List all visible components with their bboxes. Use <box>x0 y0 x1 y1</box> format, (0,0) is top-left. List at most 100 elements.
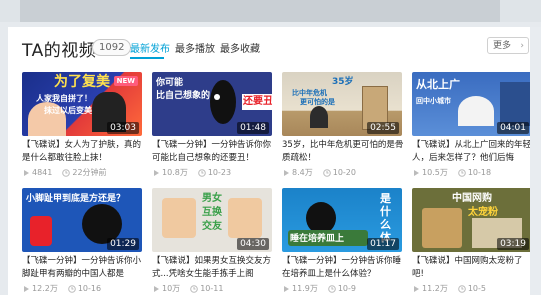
upload-date: 22分钟前 <box>72 168 107 177</box>
thumb-caption: 还要丑！ <box>242 94 272 110</box>
thumb-caption: 互换 <box>202 207 222 218</box>
video-card[interactable]: 男女 互换 交友 04:30 【飞碟说】如果男女互换交友方式...凭啥女生能手拣… <box>152 188 272 295</box>
play-count-icon <box>414 169 419 176</box>
play-count-icon <box>284 169 289 176</box>
play-count-icon <box>24 169 29 176</box>
play-count-icon <box>154 169 159 176</box>
video-title[interactable]: 【飞碟一分钟】一分钟告诉你睡在培养皿上是什么体验？ <box>282 255 404 281</box>
thumb-caption: 是什么体 <box>380 192 391 244</box>
video-duration: 04:30 <box>237 238 269 250</box>
thumb-headline: 为了复美 <box>54 74 110 90</box>
video-duration: 03:19 <box>497 238 529 250</box>
video-card[interactable]: 为了复美 人家我自拼了！ 抹过以后变美 NEW 03:03 【飞碟说】女人为了护… <box>22 72 142 179</box>
video-card[interactable]: 35岁 比中年危机 更可怕的是 02:55 35岁，比中年危机更可怕的是骨质疏松… <box>282 72 404 179</box>
play-count: 8.4万 <box>292 168 313 177</box>
character-figure <box>162 198 196 238</box>
video-meta: 10万 10-11 <box>152 283 272 295</box>
upload-date: 10-23 <box>207 168 232 177</box>
thumb-headline: 男女 <box>202 193 222 204</box>
video-duration: 01:29 <box>107 238 139 250</box>
video-card[interactable]: 中国网购 太宠粉 03:19 【飞碟说】中国网购太宠粉了吧! 11.2万 10-5 <box>412 188 532 295</box>
video-thumbnail[interactable]: 睡在培养皿上 是什么体 01:17 <box>282 188 402 252</box>
character-figure <box>228 198 262 238</box>
thumb-headline: 小脚趾甲到底是方还是？ <box>26 194 126 204</box>
thumb-headline: 你可能 <box>156 78 184 88</box>
video-title[interactable]: 35岁，比中年危机更可怕的是骨质疏松！ <box>282 139 404 165</box>
video-card[interactable]: 从北上广 回中小城市 04:01 【飞碟说】从北上广回来的年轻人，后来怎样了？他… <box>412 72 532 179</box>
video-thumbnail[interactable]: 你可能 比自己想象的 还要丑！ 01:48 <box>152 72 272 136</box>
upload-date: 10-18 <box>467 168 492 177</box>
thumb-caption: 回中小城市 <box>416 97 451 105</box>
thumb-headline: 睡在培养皿上 <box>290 234 345 244</box>
question-mark-shape <box>30 216 52 246</box>
clock-icon <box>328 284 336 293</box>
character-figure <box>422 208 462 248</box>
clock-icon <box>198 168 206 177</box>
video-title[interactable]: 【飞碟一分钟】一分钟告诉你你可能比自己想象的还要丑！ <box>152 139 274 165</box>
video-thumbnail[interactable]: 为了复美 人家我自拼了！ 抹过以后变美 NEW 03:03 <box>22 72 142 136</box>
upload-date: 10-16 <box>77 284 102 293</box>
thumb-caption: 更可怕的是 <box>300 98 335 106</box>
video-meta: 10.5万 10-18 <box>412 167 532 179</box>
clock-icon <box>62 168 71 177</box>
building-shape <box>500 82 530 126</box>
character-figure <box>210 80 236 124</box>
upload-date: 10-5 <box>467 284 486 293</box>
video-thumbnail[interactable]: 男女 互换 交友 04:30 <box>152 188 272 252</box>
page-top-band <box>20 0 500 22</box>
thumb-caption: 交友 <box>202 221 222 232</box>
play-count: 10.5万 <box>422 168 448 177</box>
play-count: 4841 <box>32 168 53 177</box>
video-grid: 为了复美 人家我自拼了！ 抹过以后变美 NEW 03:03 【飞碟说】女人为了护… <box>8 27 541 295</box>
play-count-icon <box>154 285 159 292</box>
thumb-caption: 太宠粉 <box>468 207 498 218</box>
video-thumbnail[interactable]: 35岁 比中年危机 更可怕的是 02:55 <box>282 72 402 136</box>
video-meta: 11.9万 10-9 <box>282 283 402 295</box>
video-meta: 12.2万 10-16 <box>22 283 142 295</box>
thumb-caption: 比自己想象的 <box>156 91 211 101</box>
video-card[interactable]: 你可能 比自己想象的 还要丑！ 01:48 【飞碟一分钟】一分钟告诉你你可能比自… <box>152 72 272 179</box>
video-title[interactable]: 【飞碟说】中国网购太宠粉了吧! <box>412 255 534 281</box>
thumb-headline: 35岁 <box>332 77 354 87</box>
play-count: 10.8万 <box>162 168 188 177</box>
video-thumbnail[interactable]: 小脚趾甲到底是方还是？ 01:29 <box>22 188 142 252</box>
thumb-caption: 抹过以后变美 <box>44 106 92 115</box>
videos-panel: TA的视频 1092 最新发布 最多播放 最多收藏 更多 › 为了复美 人家我自… <box>8 27 541 295</box>
video-duration: 01:17 <box>367 238 399 250</box>
video-thumbnail[interactable]: 从北上广 回中小城市 04:01 <box>412 72 532 136</box>
video-thumbnail[interactable]: 中国网购 太宠粉 03:19 <box>412 188 532 252</box>
play-count: 12.2万 <box>32 284 58 293</box>
upload-date: 10-11 <box>200 284 224 293</box>
clock-icon <box>68 284 76 293</box>
upload-date: 10-9 <box>337 284 356 293</box>
video-card[interactable]: 睡在培养皿上 是什么体 01:17 【飞碟一分钟】一分钟告诉你睡在培养皿上是什么… <box>282 188 402 295</box>
play-count: 11.2万 <box>422 284 448 293</box>
character-eye <box>214 94 220 100</box>
thumb-headline: 中国网购 <box>452 193 492 204</box>
video-meta: 8.4万 10-20 <box>282 167 402 179</box>
play-count-icon <box>414 285 419 292</box>
character-figure <box>458 96 494 126</box>
character-figure <box>310 106 328 128</box>
clock-icon <box>190 284 198 293</box>
video-title[interactable]: 【飞碟说】从北上广回来的年轻人，后来怎样了？他们后悔 <box>412 139 534 165</box>
video-title[interactable]: 【飞碟说】女人为了护肤，真的是什么都敢往脸上抹！ <box>22 139 144 165</box>
right-edge-shade <box>530 27 541 295</box>
video-card[interactable]: 小脚趾甲到底是方还是？ 01:29 【飞碟一分钟】一分钟告诉你小脚趾甲有两瓣的中… <box>22 188 142 295</box>
video-title[interactable]: 【飞碟说】如果男女互换交友方式...凭啥女生能手拣手上阁 <box>152 255 274 281</box>
new-badge: NEW <box>113 76 138 86</box>
clock-icon <box>458 284 466 293</box>
video-duration: 03:03 <box>107 122 139 134</box>
video-title[interactable]: 【飞碟一分钟】一分钟告诉你小脚趾甲有两瓣的中国人都是 <box>22 255 144 281</box>
play-count-icon <box>284 285 289 292</box>
play-count: 11.9万 <box>292 284 318 293</box>
video-meta: 11.2万 10-5 <box>412 283 532 295</box>
clock-icon <box>322 168 331 177</box>
play-count-icon <box>24 285 29 292</box>
video-meta: 10.8万 10-23 <box>152 167 272 179</box>
video-duration: 01:48 <box>237 122 269 134</box>
clock-icon <box>458 168 466 177</box>
thumb-headline: 从北上广 <box>416 78 460 91</box>
video-duration: 02:55 <box>367 122 399 134</box>
video-meta: 4841 22分钟前 <box>22 167 142 179</box>
